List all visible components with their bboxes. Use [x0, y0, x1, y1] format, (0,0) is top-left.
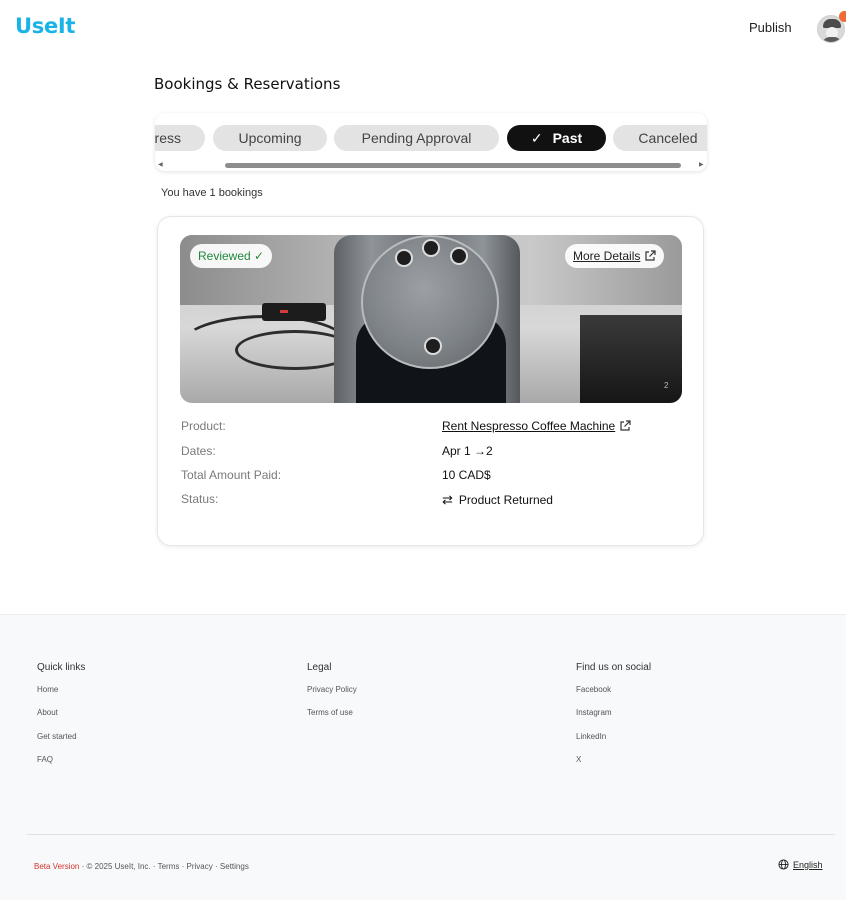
footer-link-x[interactable]: X [576, 755, 581, 764]
footer-divider [27, 834, 835, 835]
footer-social-heading: Find us on social [576, 662, 652, 673]
reviewed-badge: Reviewed ✓ [190, 244, 273, 268]
external-link-icon [620, 420, 631, 431]
dates-value: Apr 1 →2 [442, 444, 493, 458]
notification-badge [839, 11, 846, 22]
scroll-right-arrow-icon[interactable]: ▶ [699, 161, 704, 168]
booking-card: 2 Reviewed ✓ More Details Product: Rent … [157, 216, 704, 546]
footer-link-faq[interactable]: FAQ [37, 755, 53, 764]
globe-icon [778, 859, 789, 870]
swap-arrows-icon: ⇄ [442, 492, 453, 507]
footer-link-get-started[interactable]: Get started [37, 732, 77, 741]
footer-terms-link[interactable]: Terms [158, 862, 180, 871]
footer-privacy-link[interactable]: Privacy [187, 862, 213, 871]
more-details-label: More Details [573, 249, 641, 263]
tab-upcoming[interactable]: Upcoming [213, 125, 327, 151]
more-details-button[interactable]: More Details [565, 244, 665, 268]
product-name: Rent Nespresso Coffee Machine [442, 419, 616, 433]
bookings-count: You have 1 bookings [161, 187, 263, 199]
footer-link-terms-of-use[interactable]: Terms of use [307, 708, 353, 717]
footer-legal-heading: Legal [307, 662, 332, 673]
tab-label: Pending Approval [361, 130, 472, 146]
page-title: Bookings & Reservations [154, 75, 341, 93]
tab-in-progress[interactable]: ress [155, 125, 205, 151]
product-label: Product: [181, 419, 226, 433]
tab-past[interactable]: ✓ Past [507, 125, 606, 151]
footer-link-instagram[interactable]: Instagram [576, 708, 612, 717]
photo-counter: 2 [664, 381, 669, 390]
language-selector[interactable]: English [778, 859, 823, 870]
beta-version-label: Beta Version [34, 862, 80, 871]
footer-settings-link[interactable]: Settings [220, 862, 249, 871]
footer-link-linkedin[interactable]: LinkedIn [576, 732, 606, 741]
language-label: English [793, 860, 823, 870]
footer-link-home[interactable]: Home [37, 685, 58, 694]
footer-link-facebook[interactable]: Facebook [576, 685, 611, 694]
status-label: Status: [181, 492, 219, 506]
status-text: Product Returned [458, 493, 553, 507]
external-link-icon [645, 250, 656, 261]
tab-label: Upcoming [238, 130, 302, 146]
tab-canceled[interactable]: Canceled [613, 125, 707, 151]
top-header: UseIt Publish [0, 0, 846, 56]
tab-label: Past [552, 130, 583, 146]
check-icon: ✓ [530, 130, 543, 146]
separator: · [215, 862, 218, 871]
product-photo[interactable]: 2 Reviewed ✓ More Details [180, 235, 682, 403]
footer-link-privacy-policy[interactable]: Privacy Policy [307, 685, 357, 694]
logo[interactable]: UseIt [15, 14, 75, 38]
dates-label: Dates: [181, 444, 216, 458]
separator: · [181, 862, 185, 871]
publish-link[interactable]: Publish [749, 20, 792, 35]
status-value: ⇄ Product Returned [442, 492, 553, 508]
footer: Quick links Home About Get started FAQ L… [0, 614, 846, 900]
tab-label: ress [155, 130, 181, 146]
tab-pending-approval[interactable]: Pending Approval [334, 125, 499, 151]
total-paid-label: Total Amount Paid: [181, 468, 282, 482]
booking-tabs: ress Upcoming Pending Approval ✓ Past Can… [155, 113, 707, 171]
total-paid-value: 10 CAD$ [442, 468, 491, 482]
tabs-scrollbar[interactable] [225, 163, 681, 168]
scroll-left-arrow-icon[interactable]: ◀ [158, 161, 163, 168]
footer-bottom-bar: Beta Version · © 2025 UseIt, Inc. · Term… [34, 862, 249, 871]
copyright: · © 2025 UseIt, Inc. · [81, 862, 156, 871]
tab-label: Canceled [638, 130, 698, 146]
footer-link-about[interactable]: About [37, 708, 58, 717]
product-link[interactable]: Rent Nespresso Coffee Machine [442, 419, 631, 433]
footer-quick-links-heading: Quick links [37, 662, 86, 673]
